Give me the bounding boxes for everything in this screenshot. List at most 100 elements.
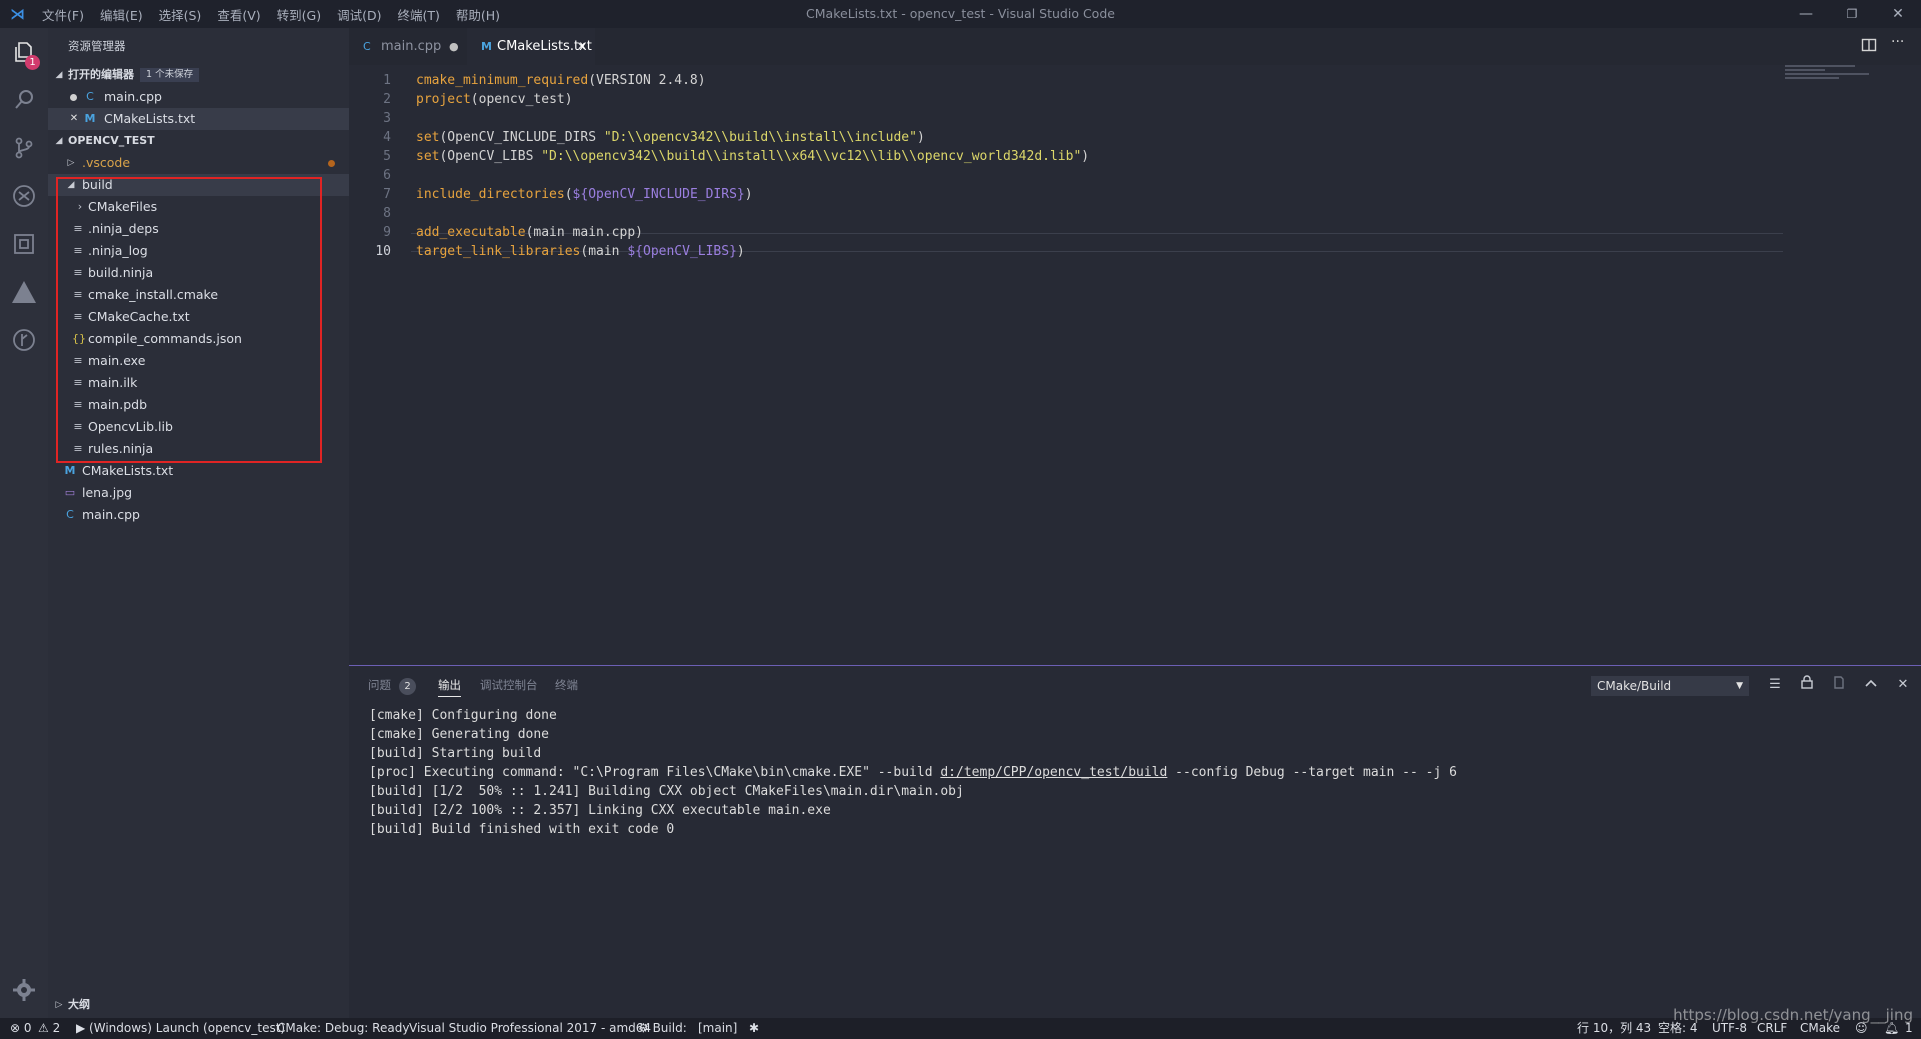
tab-main-cpp[interactable]: C main.cpp ● [349,28,467,65]
menu-bar: 文件(F) 编辑(E) 选择(S) 查看(V) 转到(G) 调试(D) 终端(T… [42,0,516,28]
output-path-link[interactable]: d:/temp/CPP/opencv_test/build [940,765,1167,780]
minimap[interactable] [1785,65,1875,89]
menu-debug[interactable]: 调试(D) [337,5,381,24]
chevron-down-icon: ◢ [67,180,75,190]
code-token: ) [916,130,925,145]
image-file-icon: ▭ [64,486,76,499]
file-tree-item[interactable]: M CMakeLists.txt [48,460,349,482]
code-token: project [416,92,471,107]
debug-launch-button[interactable]: ▶ (Windows) Launch (opencv_test) [76,1018,285,1039]
file-label: build.ninja [88,265,154,280]
extensions-icon[interactable] [0,220,48,268]
tab-debug-console[interactable]: 调试控制台 [480,677,538,693]
source-control-icon[interactable] [0,124,48,172]
file-icon: ≡ [73,266,83,279]
lock-scroll-icon[interactable] [1797,675,1817,695]
chevron-right-icon: ▷ [55,1000,63,1010]
errors-indicator[interactable]: ⊗ 0 [10,1018,32,1039]
file-icon: ≡ [73,420,83,433]
menu-terminal[interactable]: 终端(T) [397,5,439,24]
file-label: OpencvLib.lib [88,419,173,434]
close-icon[interactable]: ✕ [577,28,586,65]
minimize-button[interactable]: — [1783,0,1829,28]
file-tree-item[interactable]: ≡ cmake_install.cmake [48,284,349,306]
code-editor[interactable]: 1 cmake_minimum_required(VERSION 2.4.8) 2 p… [349,65,1921,665]
file-icon: ≡ [73,354,83,367]
tab-cmakelists[interactable]: M CMakeLists.txt ✕ [467,28,595,65]
file-tree-item[interactable]: ≡ main.exe [48,350,349,372]
output-channel-select[interactable]: CMake/Build ▼ [1591,676,1749,696]
tab-problems[interactable]: 问题 2 [368,677,416,695]
build-button[interactable]: ⚙ Build: [638,1018,687,1039]
unsaved-dot-icon [70,94,77,101]
cursor-position[interactable]: 行 10，列 43 [1577,1018,1651,1039]
cmake-icon[interactable] [0,268,48,316]
file-tree-item[interactable]: {} compile_commands.json [48,328,349,350]
explorer-icon[interactable]: 1 [0,28,48,76]
chevron-right-icon: › [77,200,83,213]
tab-terminal[interactable]: 终端 [555,677,578,693]
line-number: 10 [375,244,391,259]
watermark: https://blog.csdn.net/yang__jing [1673,1006,1913,1024]
code-token: "D:\\opencv342\\build\\install\\x64\\vc1… [541,149,1082,164]
menu-go[interactable]: 转到(G) [277,5,321,24]
activity-bar: 1 [0,28,48,1018]
menu-edit[interactable]: 编辑(E) [100,5,143,24]
split-editor-icon[interactable] [1861,37,1877,53]
close-icon[interactable]: ✕ [68,108,80,130]
clear-output-icon[interactable]: ☰ [1765,675,1785,695]
menu-file[interactable]: 文件(F) [42,5,84,24]
unsaved-dot-icon[interactable]: ● [449,28,459,65]
folder-label: .vscode [82,155,131,170]
open-editors-header[interactable]: ◢ 打开的编辑器 1 个未保存 [48,64,349,86]
file-tree-item[interactable]: ≡ CMakeCache.txt [48,306,349,328]
open-editor-item[interactable]: ✕ M CMakeLists.txt [48,108,349,130]
file-tree-item[interactable]: Cmain.cpp [48,504,349,526]
close-panel-icon[interactable]: ✕ [1893,675,1913,695]
cmake-status[interactable]: CMake: Debug: Ready [277,1018,409,1039]
code-token: add_executable [416,225,526,240]
menu-help[interactable]: 帮助(H) [456,5,500,24]
close-window-button[interactable]: ✕ [1875,0,1921,28]
folder-build[interactable]: ◢ build [48,174,349,196]
file-tree-item[interactable]: › CMakeFiles [48,196,349,218]
build-target[interactable]: [main] [698,1018,737,1039]
file-tree-item[interactable]: ≡ main.ilk [48,372,349,394]
file-tree-item[interactable]: ≡ rules.ninja [48,438,349,460]
file-tree-item[interactable]: ≡ .ninja_deps [48,218,349,240]
code-line: cmake_minimum_required(VERSION 2.4.8) [416,71,706,90]
gear-icon[interactable] [0,966,48,1014]
menu-selection[interactable]: 选择(S) [159,5,202,24]
open-log-icon[interactable] [1829,675,1849,695]
folder-vscode[interactable]: ▷ .vscode [48,152,349,174]
code-token: set [416,149,440,164]
cmake-kit[interactable]: Visual Studio Professional 2017 - amd64 [409,1018,651,1039]
code-token: (VERSION 2.4.8) [588,73,706,88]
gitlens-icon[interactable] [0,316,48,364]
file-tree-item[interactable]: ≡ OpencvLib.lib [48,416,349,438]
menu-view[interactable]: 查看(V) [217,5,260,24]
more-actions-icon[interactable]: ··· [1891,34,1904,50]
open-editor-item[interactable]: C main.cpp [48,86,349,108]
file-tree-item[interactable]: ≡ .ninja_log [48,240,349,262]
file-icon: ≡ [73,310,83,323]
debug-icon[interactable] [0,172,48,220]
chevron-down-icon: ◢ [55,136,63,146]
warnings-indicator[interactable]: ⚠ 2 [38,1018,60,1039]
file-icon: ≡ [73,244,83,257]
project-header[interactable]: ◢ OPENCV_TEST [48,130,349,152]
tab-output[interactable]: 输出 [438,677,461,697]
restore-button[interactable]: ❐ [1829,0,1875,28]
debug-target-icon[interactable]: ✱ [749,1018,759,1039]
file-label: .ninja_deps [88,221,159,236]
maximize-panel-icon[interactable] [1861,675,1881,695]
outline-header[interactable]: ▷ 大纲 [48,994,349,1016]
code-token: target_link_libraries [416,244,581,259]
file-tree-item[interactable]: ≡ build.ninja [48,262,349,284]
file-label: main.pdb [88,397,148,412]
file-tree-item[interactable]: ≡ main.pdb [48,394,349,416]
file-tree-item[interactable]: ▭ lena.jpg [48,482,349,504]
code-line: set(OpenCV_LIBS "D:\\opencv342\\build\\i… [416,147,1089,166]
editor-tabs: C main.cpp ● M CMakeLists.txt ✕ ··· [349,28,1921,65]
search-icon[interactable] [0,76,48,124]
